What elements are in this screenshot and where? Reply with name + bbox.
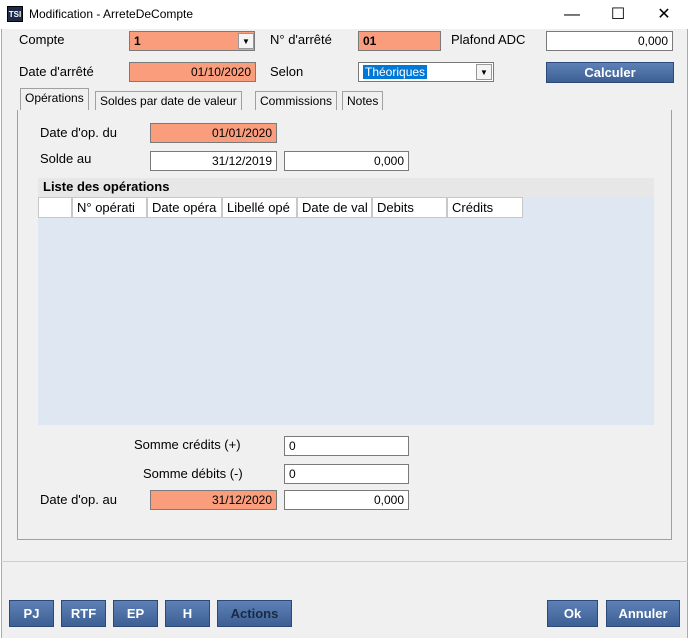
column-header-numero[interactable]: N° opérati xyxy=(72,197,147,218)
tab-soldes[interactable]: Soldes par date de valeur xyxy=(95,91,242,111)
date-op-au-label: Date d'op. au xyxy=(40,492,117,507)
chevron-down-icon[interactable]: ▼ xyxy=(238,33,254,49)
chevron-down-icon[interactable]: ▼ xyxy=(476,64,492,80)
date-arrete-label: Date d'arrêté xyxy=(19,64,94,79)
solde-au-amount-field[interactable]: 0,000 xyxy=(284,151,409,171)
somme-debits-field[interactable]: 0 xyxy=(284,464,409,484)
annuler-button[interactable]: Annuler xyxy=(606,600,680,627)
column-header-date-valeur[interactable]: Date de val xyxy=(297,197,372,218)
somme-credits-label: Somme crédits (+) xyxy=(134,437,241,452)
date-arrete-field[interactable]: 01/10/2020 xyxy=(129,62,256,82)
ep-button[interactable]: EP xyxy=(113,600,158,627)
list-title: Liste des opérations xyxy=(38,178,654,197)
window-title: Modification - ArreteDeCompte xyxy=(29,7,194,21)
plafond-field[interactable]: 0,000 xyxy=(546,31,673,51)
pj-button[interactable]: PJ xyxy=(9,600,54,627)
column-header-credits[interactable]: Crédits xyxy=(447,197,523,218)
date-op-du-field[interactable]: 01/01/2020 xyxy=(150,123,277,143)
maximize-icon[interactable]: ☐ xyxy=(595,0,641,29)
compte-value: 1 xyxy=(134,34,141,48)
tab-commissions[interactable]: Commissions xyxy=(255,91,338,111)
date-op-du-label: Date d'op. du xyxy=(40,125,117,140)
compte-select[interactable]: 1 xyxy=(129,31,255,51)
tab-operations[interactable]: Opérations xyxy=(20,88,89,111)
h-button[interactable]: H xyxy=(165,600,210,627)
date-op-au-field[interactable]: 31/12/2020 xyxy=(150,490,277,510)
selon-select[interactable]: Théoriques xyxy=(358,62,494,82)
column-header-debits[interactable]: Debits xyxy=(372,197,447,218)
app-icon: TSI xyxy=(7,6,23,22)
solde-au-date-field[interactable]: 31/12/2019 xyxy=(150,151,277,171)
selon-label: Selon xyxy=(270,64,304,79)
footer-separator xyxy=(1,561,688,562)
ok-button[interactable]: Ok xyxy=(547,600,598,627)
solde-au-label: Solde au xyxy=(40,151,92,166)
column-header-selector[interactable] xyxy=(38,197,72,218)
plafond-label: Plafond ADC xyxy=(451,32,526,47)
compte-label: Compte xyxy=(19,32,65,47)
numero-field[interactable]: 01 xyxy=(358,31,441,51)
numero-label: N° d'arrêté xyxy=(270,32,332,47)
column-header-date-operation[interactable]: Date opéra xyxy=(147,197,222,218)
calculer-button[interactable]: Calculer xyxy=(546,62,674,83)
close-icon[interactable]: ✕ xyxy=(641,0,687,29)
column-header-libelle[interactable]: Libellé opé xyxy=(222,197,297,218)
somme-debits-label: Somme débits (-) xyxy=(143,466,243,481)
selon-value: Théoriques xyxy=(363,65,428,79)
rtf-button[interactable]: RTF xyxy=(61,600,106,627)
minimize-icon[interactable]: — xyxy=(549,0,595,29)
operations-list[interactable] xyxy=(38,197,654,425)
somme-credits-field[interactable]: 0 xyxy=(284,436,409,456)
actions-button[interactable]: Actions xyxy=(217,600,292,627)
date-op-au-amount-field[interactable]: 0,000 xyxy=(284,490,409,510)
tab-notes[interactable]: Notes xyxy=(342,91,384,111)
